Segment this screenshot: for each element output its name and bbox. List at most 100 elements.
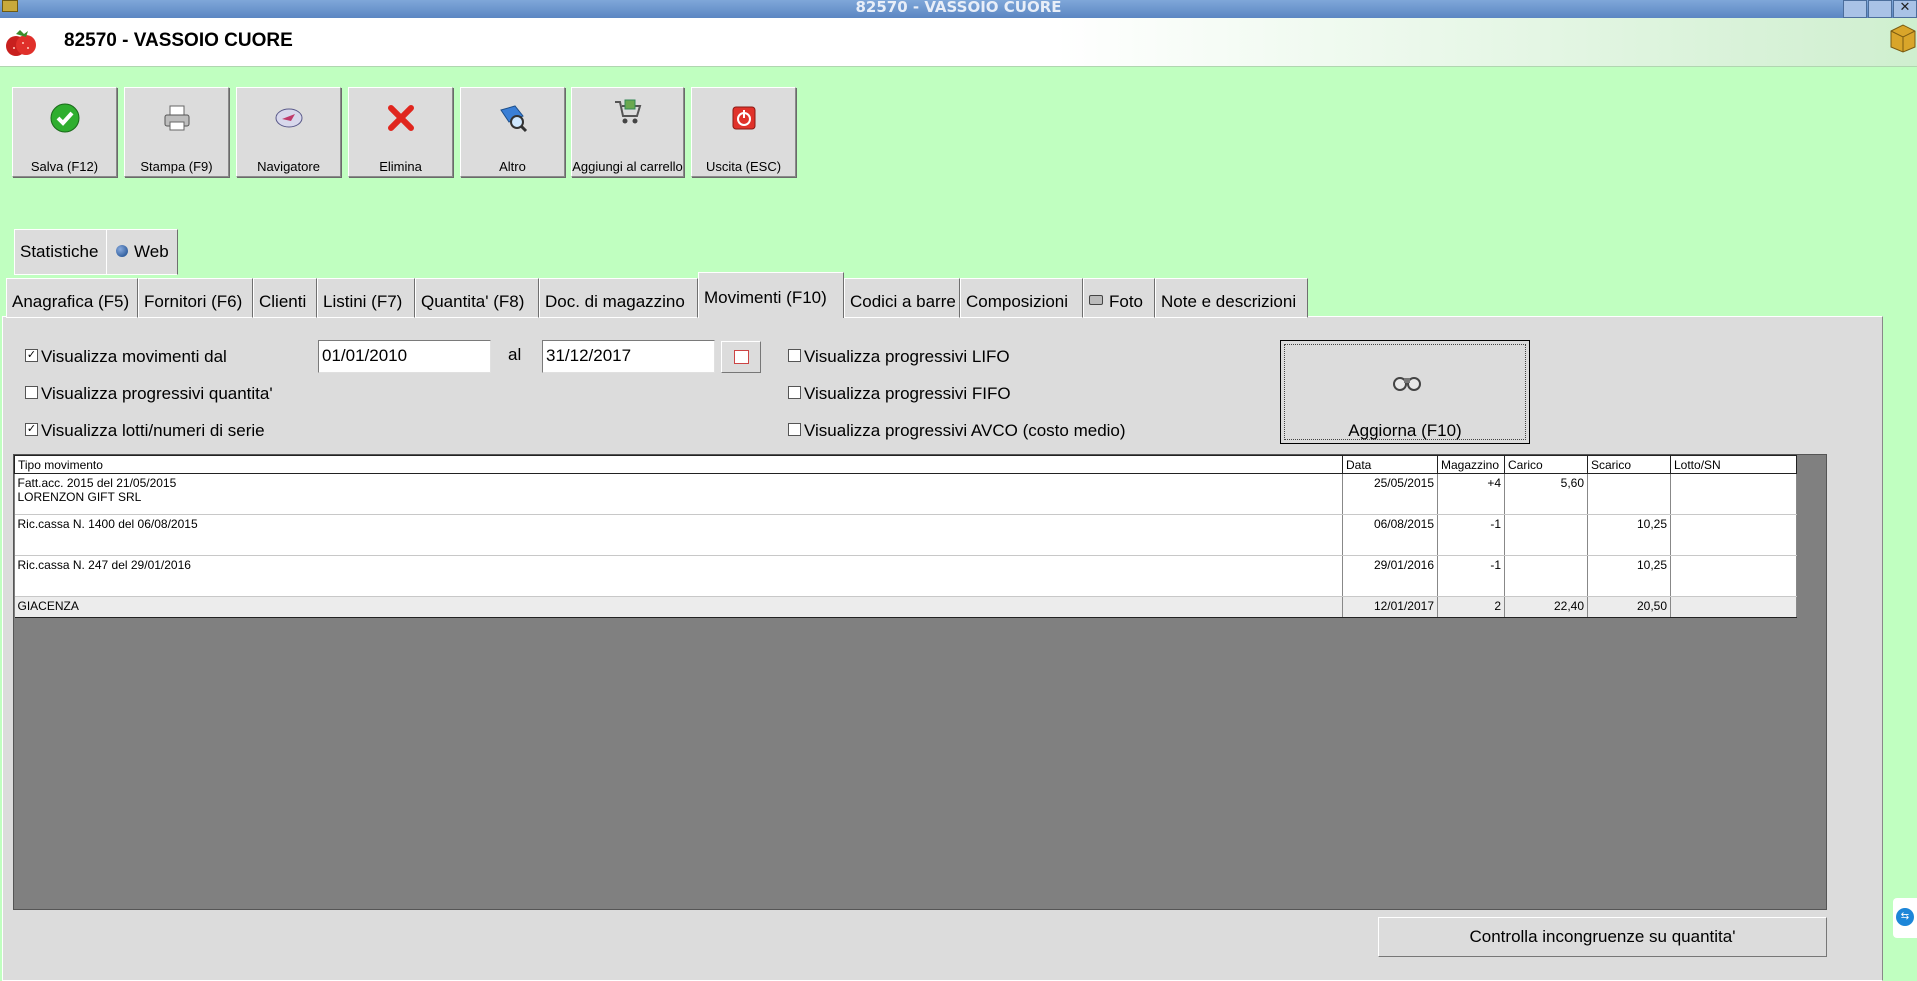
column-header[interactable]: Data <box>1342 455 1438 474</box>
delete-x-icon <box>387 105 414 131</box>
exit-button[interactable]: Uscita (ESC) <box>691 87 796 177</box>
cell-tipo-text: Ric.cassa N. 247 del 29/01/2016 <box>17 558 191 572</box>
cell-tipo-text: Ric.cassa N. 1400 del 06/08/2015 <box>17 517 198 531</box>
cell-scarico: 10,25 <box>1587 514 1671 556</box>
close-button[interactable]: ✕ <box>1893 0 1917 18</box>
camera-icon <box>1089 294 1103 305</box>
column-header[interactable]: Tipo movimento <box>14 455 1343 474</box>
navigator-icon <box>275 108 302 128</box>
cell-magazzino: 2 <box>1437 596 1505 618</box>
cell-tipo: Fatt.acc. 2015 del 21/05/2015 LORENZON GI… <box>14 473 1343 515</box>
show-lots-checkbox[interactable]: ✓ Visualizza lotti/numeri di serie <box>25 421 265 441</box>
tab-composizioni[interactable]: Composizioni <box>960 278 1083 318</box>
cell-tipo-subtext: LORENZON GIFT SRL <box>17 490 142 504</box>
cell-lotto <box>1670 514 1797 556</box>
teamviewer-icon: ⇆ <box>1896 908 1914 926</box>
tab-statistiche[interactable]: Statistiche <box>14 229 107 275</box>
tab-quantita[interactable]: Quantita' (F8) <box>415 278 539 318</box>
printer-icon <box>164 105 189 131</box>
calendar-icon <box>734 350 749 364</box>
print-button[interactable]: Stampa (F9) <box>124 87 229 177</box>
cell-magazzino: -1 <box>1437 555 1505 597</box>
tab-codici-barre[interactable]: Codici a barre <box>844 278 960 318</box>
cell-carico: 5,60 <box>1504 473 1588 515</box>
teamviewer-tab[interactable]: ⇆ <box>1893 898 1917 938</box>
cart-icon <box>614 99 641 124</box>
movements-grid[interactable]: Tipo movimento Data Magazzino Carico Sca… <box>13 454 1827 910</box>
binoculars-icon <box>1393 377 1421 391</box>
check-inconsistencies-button[interactable]: Controlla incongruenze su quantita' <box>1378 917 1827 957</box>
cell-tipo: Ric.cassa N. 1400 del 06/08/2015 <box>14 514 1343 556</box>
restore-button[interactable] <box>1868 0 1892 18</box>
cell-magazzino: +4 <box>1437 473 1505 515</box>
search-book-icon <box>499 105 527 133</box>
minimize-button[interactable] <box>1843 0 1867 18</box>
delete-button[interactable]: Elimina <box>348 87 453 177</box>
save-button[interactable]: Salva (F12) <box>12 87 117 177</box>
avco-checkbox[interactable]: Visualizza progressivi AVCO (costo medio… <box>788 421 1126 441</box>
column-header[interactable]: Magazzino <box>1437 455 1505 474</box>
table-row[interactable]: Ric.cassa N. 1400 del 06/08/2015 06/08/2… <box>14 514 1797 556</box>
add-to-cart-button[interactable]: Aggiungi al carrello <box>571 87 684 177</box>
show-progressive-qty-checkbox[interactable]: Visualizza progressivi quantita' <box>25 384 273 404</box>
cell-data: 12/01/2017 <box>1342 596 1438 618</box>
refresh-label: Aggiorna (F10) <box>1348 421 1462 440</box>
strawberry-icon <box>6 30 36 56</box>
avco-label: Visualizza progressivi AVCO (costo medio… <box>804 421 1126 440</box>
tab-anagrafica[interactable]: Anagrafica (F5) <box>6 278 138 318</box>
window-titlebar: 82570 - VASSOIO CUORE ✕ <box>0 0 1917 18</box>
column-header[interactable]: Carico <box>1504 455 1588 474</box>
check-icon <box>50 103 79 133</box>
refresh-button[interactable]: Aggiorna (F10) <box>1280 340 1530 444</box>
checkbox-mark: ✓ <box>25 349 38 363</box>
record-header: 82570 - VASSOIO CUORE <box>0 18 1917 67</box>
tab-note[interactable]: Note e descrizioni <box>1155 278 1308 318</box>
show-movements-checkbox[interactable]: ✓ Visualizza movimenti dal <box>25 347 227 367</box>
navigator-button[interactable]: Navigatore <box>236 87 341 177</box>
cell-lotto <box>1670 596 1797 618</box>
tab-doc-magazzino[interactable]: Doc. di magazzino <box>539 278 698 318</box>
tab-foto-label: Foto <box>1109 292 1144 311</box>
cell-tipo: Ric.cassa N. 247 del 29/01/2016 <box>14 555 1343 597</box>
cell-data: 25/05/2015 <box>1342 473 1438 515</box>
cell-magazzino: -1 <box>1437 514 1505 556</box>
date-from-input[interactable]: 01/01/2010 <box>318 340 491 373</box>
fifo-checkbox[interactable]: Visualizza progressivi FIFO <box>788 384 1011 404</box>
tab-listini[interactable]: Listini (F7) <box>317 278 415 318</box>
checkbox-mark <box>788 386 801 400</box>
lifo-checkbox[interactable]: Visualizza progressivi LIFO <box>788 347 1010 367</box>
lifo-label: Visualizza progressivi LIFO <box>804 347 1010 366</box>
page-title: 82570 - VASSOIO CUORE <box>64 30 293 51</box>
fifo-label: Visualizza progressivi FIFO <box>804 384 1011 403</box>
date-range-separator: al <box>508 345 522 364</box>
total-row[interactable]: GIACENZA 12/01/2017 2 22,40 20,50 <box>14 596 1797 618</box>
checkbox-mark <box>788 423 801 437</box>
show-movements-label: Visualizza movimenti dal <box>41 347 227 366</box>
other-button[interactable]: Altro <box>460 87 565 177</box>
table-row[interactable]: Ric.cassa N. 247 del 29/01/2016 29/01/20… <box>14 555 1797 597</box>
tab-clienti[interactable]: Clienti <box>253 278 317 318</box>
cell-carico: 22,40 <box>1504 596 1588 618</box>
cell-scarico: 20,50 <box>1587 596 1671 618</box>
calendar-button[interactable] <box>721 341 761 373</box>
cell-tipo: GIACENZA <box>14 596 1343 618</box>
show-progressive-qty-label: Visualizza progressivi quantita' <box>41 384 273 403</box>
exit-power-icon <box>732 106 755 130</box>
date-to-input[interactable]: 31/12/2017 <box>542 340 715 373</box>
tab-foto[interactable]: Foto <box>1083 278 1155 318</box>
column-header[interactable]: Lotto/SN <box>1670 455 1797 474</box>
table-header-row: Tipo movimento Data Magazzino Carico Sca… <box>14 455 1797 474</box>
tab-web[interactable]: Web <box>106 229 178 275</box>
cell-carico <box>1504 514 1588 556</box>
tab-fornitori[interactable]: Fornitori (F6) <box>138 278 253 318</box>
column-header[interactable]: Scarico <box>1587 455 1671 474</box>
table-row[interactable]: Fatt.acc. 2015 del 21/05/2015 LORENZON GI… <box>14 473 1797 515</box>
window-title: 82570 - VASSOIO CUORE <box>855 0 1062 16</box>
tab-web-label: Web <box>134 242 169 261</box>
checkbox-mark <box>788 349 801 363</box>
box-icon <box>1890 24 1916 53</box>
cell-tipo-text: Fatt.acc. 2015 del 21/05/2015 <box>17 476 177 490</box>
show-lots-label: Visualizza lotti/numeri di serie <box>41 421 265 440</box>
movements-table: Tipo movimento Data Magazzino Carico Sca… <box>14 455 1797 618</box>
tab-movimenti[interactable]: Movimenti (F10) <box>698 272 844 318</box>
